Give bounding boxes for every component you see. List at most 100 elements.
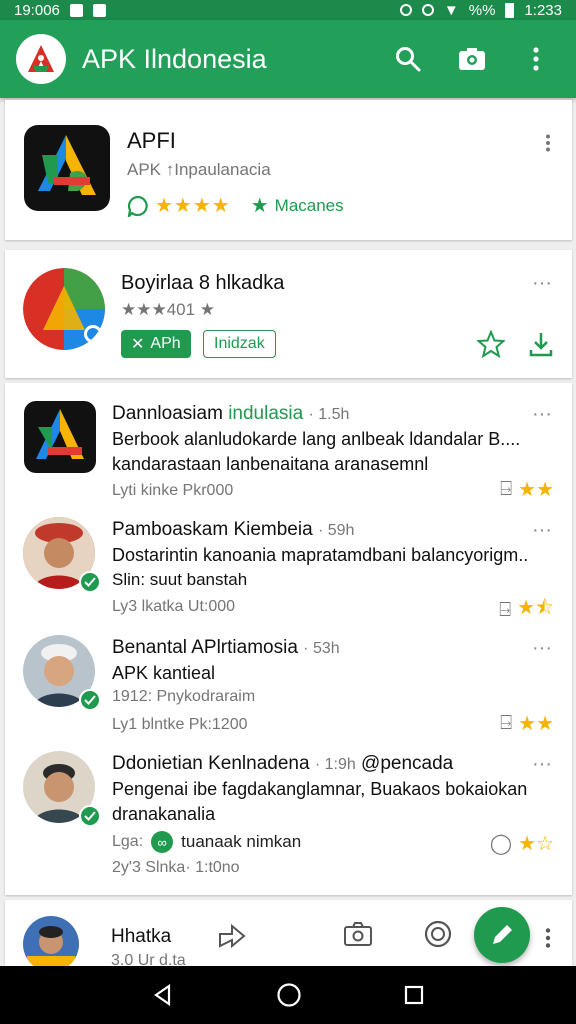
- comment-icon: [127, 195, 148, 217]
- feed-meta: Ly1 blntke Pk:1200: [112, 716, 248, 733]
- battery-icon: [505, 2, 515, 18]
- battery-percent: %%: [468, 1, 496, 19]
- more-horiz-icon[interactable]: ···: [532, 273, 552, 293]
- system-nav-bar: [0, 966, 576, 1024]
- feed-handle[interactable]: @pencada: [361, 753, 453, 774]
- feed-time: · 1.5h: [308, 406, 350, 423]
- comment-icon[interactable]: ◯: [490, 831, 512, 856]
- feed-author: Pamboaskam Kiembeia: [112, 519, 313, 540]
- second-app-name: Boyirlaa 8 hlkadka: [121, 272, 285, 294]
- edit-icon: [493, 925, 512, 944]
- feed-actions: ⍈ ★★: [500, 477, 554, 502]
- second-app-rating: ★★★401 ★: [121, 300, 216, 319]
- share-icon[interactable]: ⍈: [500, 478, 512, 501]
- feed-text-line: Dostarintin kanoania mapratamdbani balan…: [112, 545, 529, 565]
- verified-badge-icon: [79, 805, 101, 827]
- camera-share-button[interactable]: [342, 918, 374, 950]
- photo-icon: [344, 922, 372, 946]
- feed-card: Dannloasiam indulasia · 1.5h Berbook ala…: [5, 383, 572, 895]
- feed-text-line: Pengenai ibe fagdakanglamnar, Buakaos bo…: [112, 779, 528, 799]
- status-bar: 19:006 ▼ %% 1:233: [0, 0, 576, 20]
- app-title: APK Ilndonesia: [82, 43, 267, 74]
- feed-item-header: Dannloasiam indulasia · 1.5h: [112, 403, 349, 425]
- link-icon: ∞: [151, 831, 174, 853]
- featured-app-developer: APK ↑Inpaulanacia: [127, 160, 271, 179]
- feed-author: Benantal APlrtiamosia: [112, 637, 298, 658]
- apk-chip-label: APh: [150, 335, 181, 352]
- star-badge-icon: ★: [250, 195, 269, 217]
- feed-link-row: Lga: ∞ tuanaak nimkan: [112, 831, 301, 853]
- star-outline-icon[interactable]: [477, 330, 505, 358]
- search-button[interactable]: [384, 35, 432, 83]
- featured-app-stars: ★★★★: [155, 195, 231, 217]
- verified-badge-icon: [79, 689, 101, 711]
- feed-text-line: Berbook alanludokarde lang anlbeak ldand…: [112, 429, 521, 449]
- feed-link[interactable]: tuanaak nimkan: [181, 832, 301, 852]
- close-icon: ✕: [131, 336, 145, 353]
- search-icon: [396, 47, 421, 72]
- feed-app-icon: [24, 401, 96, 473]
- feed-item[interactable]: Pamboaskam Kiembeia · 59h Dostarintin ka…: [5, 501, 572, 621]
- featured-app-card[interactable]: APFI APK ↑Inpaulanacia ★★★★ ★ Macanes: [5, 100, 572, 240]
- notification-icon: [69, 3, 83, 17]
- notification-icon-2: [92, 3, 106, 17]
- featured-app-name: APFI: [127, 128, 176, 153]
- camera-button[interactable]: [448, 35, 496, 83]
- wifi-icon: ▼: [443, 1, 459, 19]
- share-icon[interactable]: ⍈: [500, 712, 512, 735]
- back-icon[interactable]: [151, 983, 175, 1007]
- app-logo[interactable]: [16, 34, 66, 84]
- more-vert-icon[interactable]: [545, 928, 551, 948]
- overflow-menu-button[interactable]: [512, 35, 560, 83]
- feed-item[interactable]: Ddonietian Kenlnadena · 1:9h @pencada Pe…: [5, 737, 572, 887]
- feed-item[interactable]: Benantal APlrtiamosia · 53h APK kantieal…: [5, 619, 572, 737]
- feed-time: · 59h: [317, 522, 355, 539]
- feed-meta-prefix: Lga:: [112, 833, 144, 850]
- feed-subtext: 1912: Pnykodraraim: [112, 688, 256, 705]
- status-time: 19:006: [14, 1, 60, 19]
- feed-time: · 1:9h: [314, 756, 356, 773]
- feed-tag[interactable]: indulasia: [228, 403, 303, 424]
- second-app-icon: [23, 268, 105, 350]
- feed-text-line: APK kantieal: [112, 663, 216, 683]
- app-bar: APK Ilndonesia: [0, 20, 576, 98]
- feed-author: Dannloasiam: [112, 403, 223, 424]
- compose-fab[interactable]: [474, 907, 530, 963]
- feed-stars[interactable]: ★☆: [518, 831, 554, 856]
- alarm-icon: [421, 4, 434, 16]
- emoji-button[interactable]: [422, 918, 454, 950]
- share-button[interactable]: [216, 918, 248, 950]
- more-horiz-icon[interactable]: ···: [532, 520, 552, 540]
- feed-item-header: Pamboaskam Kiembeia · 59h: [112, 519, 354, 541]
- more-horiz-icon[interactable]: ···: [532, 404, 552, 424]
- feed-item[interactable]: Dannloasiam indulasia · 1.5h Berbook ala…: [5, 383, 572, 501]
- feed-stars[interactable]: ★★: [518, 477, 554, 502]
- feed-author: Ddonietian Kenlnadena: [112, 753, 310, 774]
- verified-badge-icon: [79, 571, 101, 593]
- bluetooth-icon: [399, 4, 412, 16]
- camera-icon: [459, 48, 485, 70]
- recents-icon[interactable]: [403, 984, 425, 1006]
- avatar[interactable]: [23, 916, 79, 972]
- indonesia-chip[interactable]: Inidzak: [203, 330, 276, 358]
- apk-chip[interactable]: ✕ APh: [121, 330, 191, 358]
- home-icon[interactable]: [276, 982, 302, 1008]
- status-clock: 1:233: [524, 1, 562, 19]
- feed-meta: Lyti kinke Pkr000: [112, 482, 234, 499]
- more-vert-icon[interactable]: [545, 134, 551, 152]
- feed-text-line: dranakanalia: [112, 804, 216, 824]
- feed-link[interactable]: Slin: suut banstah: [112, 570, 247, 590]
- second-app-card[interactable]: Boyirlaa 8 hlkadka ★★★401 ★ ✕ APh Inidza…: [5, 250, 572, 378]
- indonesia-chip-label: Inidzak: [214, 335, 265, 352]
- apk-logo-icon: [28, 45, 54, 72]
- feed-stars[interactable]: ★★: [518, 711, 554, 736]
- featured-app-icon: [24, 125, 110, 211]
- feed-actions: ⍈ ★★: [500, 711, 554, 736]
- share-icon: [219, 923, 246, 948]
- download-icon[interactable]: [528, 330, 554, 358]
- feed-text-line: kandarastaan lanbenaitana aranasemnl: [112, 454, 429, 474]
- more-horiz-icon[interactable]: ···: [532, 754, 552, 774]
- more-horiz-icon[interactable]: ···: [532, 638, 552, 658]
- emoji-icon: [424, 920, 452, 948]
- feed-meta: Ly3 lkatka Ut:000: [112, 598, 236, 615]
